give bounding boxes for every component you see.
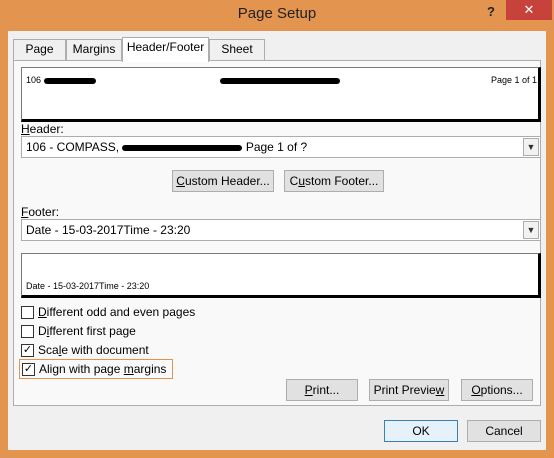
header-preview: 106 Page 1 of 1 (21, 67, 541, 122)
custom-header-button[interactable]: Custom Header... (172, 170, 274, 192)
cancel-button[interactable]: Cancel (467, 420, 541, 442)
tab-margins[interactable]: Margins (66, 39, 122, 60)
checkbox-label: Different odd and even pages (38, 305, 196, 319)
checkbox-different-odd-even[interactable]: Different odd and even pages (21, 303, 195, 321)
tab-sheet[interactable]: Sheet (209, 39, 265, 60)
checkbox-label: Scale with document (38, 343, 149, 357)
header-label: Header: (21, 122, 64, 136)
custom-footer-button[interactable]: Custom Footer... (284, 170, 384, 192)
help-button[interactable]: ? (478, 2, 504, 22)
checkbox-scale-with-document[interactable]: ✓ Scale with document (21, 341, 149, 359)
checkmark-icon[interactable]: ✓ (21, 343, 34, 357)
close-button[interactable]: ✕ (506, 0, 552, 20)
checkbox-different-first-page[interactable]: Different first page (21, 322, 136, 340)
checkbox-box[interactable] (21, 324, 34, 338)
footer-dropdown-value: Date - 15-03-2017Time - 23:20 (26, 223, 191, 237)
print-button[interactable]: Print... (286, 379, 358, 401)
options-button[interactable]: Options... (461, 379, 533, 401)
window-title: Page Setup (237, 5, 317, 22)
ok-button[interactable]: OK (384, 420, 458, 442)
checkbox-box[interactable] (21, 305, 34, 319)
footer-label: Footer: (21, 205, 60, 219)
dialog-client: Page Margins Header/Footer Sheet 106 Pag… (8, 31, 546, 450)
checkmark-icon[interactable]: ✓ (22, 362, 35, 376)
checkbox-label: Align with page margins (39, 362, 167, 376)
footer-preview: Date - 15-03-2017Time - 23:20 (21, 253, 541, 298)
header-dropdown-value: 106 - COMPASS, Page 1 of ? (26, 140, 308, 154)
redaction-mark (220, 77, 340, 84)
header-preview-center (22, 75, 538, 85)
header-dropdown[interactable]: 106 - COMPASS, Page 1 of ? ▼ (21, 136, 541, 158)
redaction-mark (122, 144, 243, 151)
tab-header-footer[interactable]: Header/Footer (122, 37, 209, 62)
checkbox-align-with-margins[interactable]: ✓ Align with page margins (19, 359, 174, 379)
tab-page[interactable]: Page (13, 39, 66, 60)
title-bar[interactable]: Page Setup ? ✕ (0, 0, 554, 30)
dialog-window: Page Setup ? ✕ Page Margins Header/Foote… (0, 0, 554, 458)
checkbox-label: Different first page (38, 324, 136, 338)
header-preview-right: Page 1 of 1 (490, 75, 537, 85)
footer-preview-left: Date - 15-03-2017Time - 23:20 (26, 281, 150, 291)
chevron-down-icon[interactable]: ▼ (523, 138, 539, 156)
footer-dropdown[interactable]: Date - 15-03-2017Time - 23:20 ▼ (21, 219, 541, 241)
print-preview-button[interactable]: Print Preview (369, 379, 449, 401)
chevron-down-icon[interactable]: ▼ (523, 221, 539, 239)
